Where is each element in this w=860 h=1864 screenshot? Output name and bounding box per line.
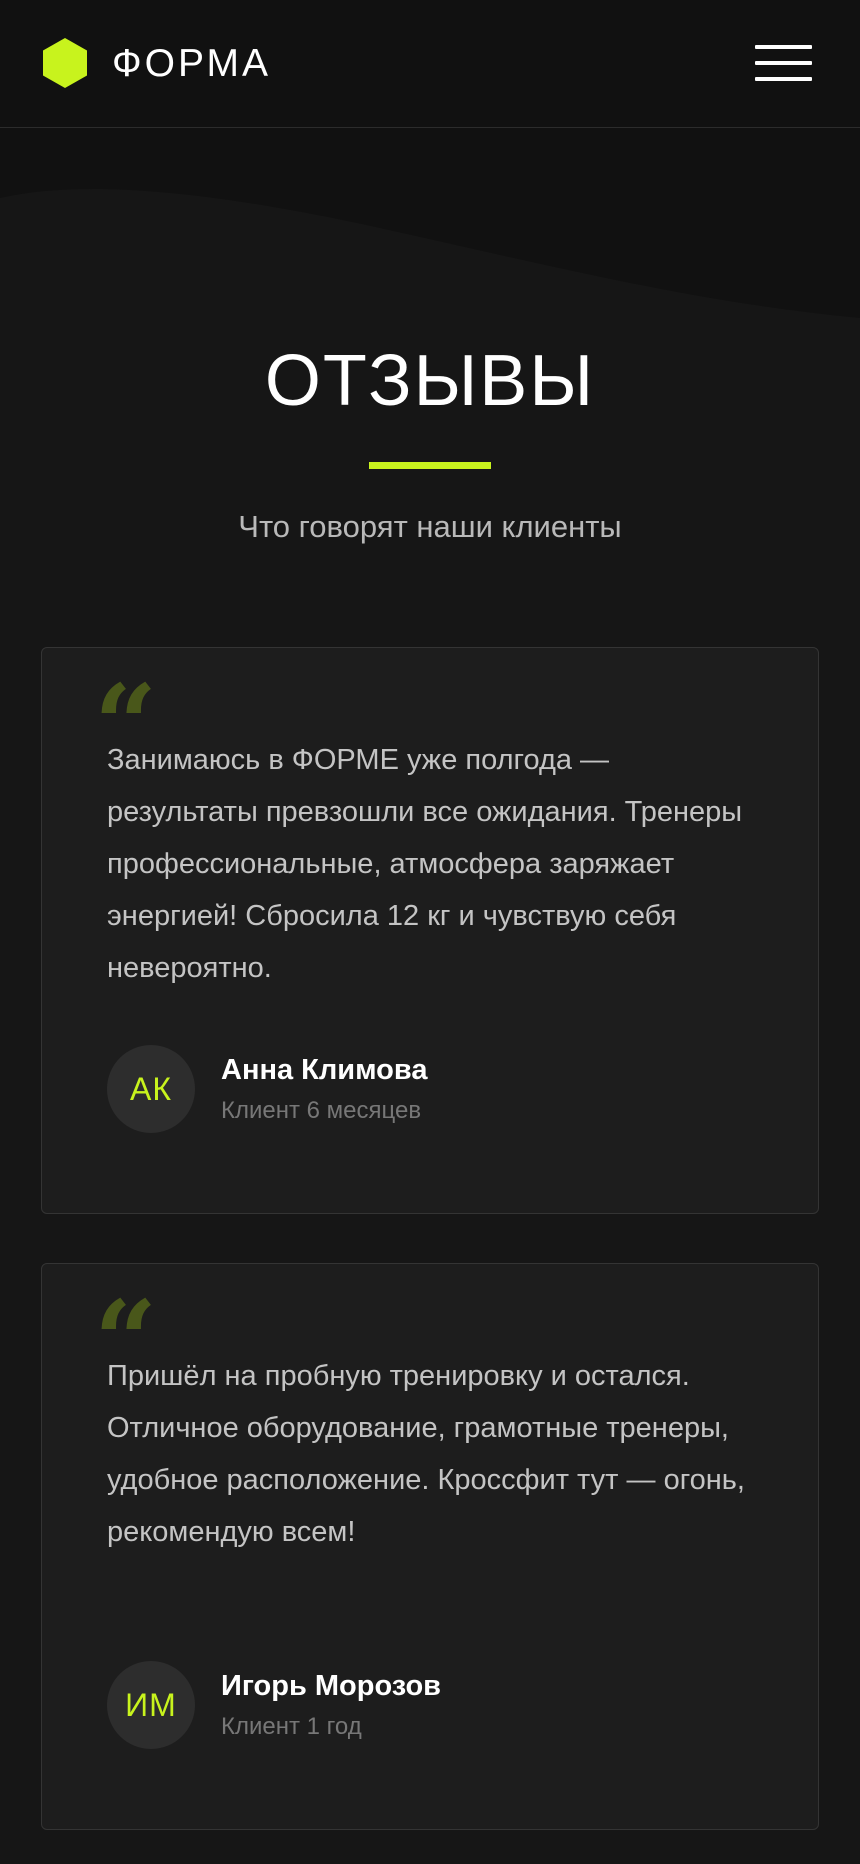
section-subtitle: Что говорят наши клиенты [238,509,622,544]
review-text: Занимаюсь в ФОРМЕ уже полгода — результа… [107,744,743,984]
avatar: ИМ [107,1661,195,1749]
author-membership: Клиент 1 год [221,1713,362,1740]
reviews-header: ОТЗЫВЫ Что говорят наши клиенты [0,340,860,547]
logo-text: ФОРМА [112,41,272,85]
logo[interactable]: ФОРМА [38,36,271,90]
menu-line [755,61,812,65]
site-header: ФОРМА [0,0,860,128]
review-text: Пришёл на пробную тренировку и остался. … [107,1360,745,1548]
author-name: Игорь Морозов [221,1670,442,1702]
author-info: Игорь Морозов Клиент 1 год [221,1668,441,1742]
section-title: ОТЗЫВЫ [264,341,596,421]
menu-line [755,77,812,81]
avatar: АК [107,1045,195,1133]
review-card: “ Занимаюсь в ФОРМЕ уже полгода — резуль… [41,647,819,1214]
author-info: Анна Климова Клиент 6 месяцев [221,1052,427,1126]
author-membership: Клиент 6 месяцев [221,1097,422,1124]
hexagon-logo-icon [43,38,87,88]
menu-line [755,45,812,49]
title-underline [369,462,491,469]
hamburger-menu-icon[interactable] [755,43,812,83]
review-author: ИМ Игорь Морозов Клиент 1 год [107,1661,441,1749]
review-card: “ Пришёл на пробную тренировку и остался… [41,1263,819,1830]
page: ФОРМА ОТЗЫВЫ Что говорят наши клиенты “ … [0,0,860,1864]
author-name: Анна Климова [221,1054,428,1086]
section-wave-background [0,128,860,318]
review-author: АК Анна Климова Клиент 6 месяцев [107,1045,427,1133]
